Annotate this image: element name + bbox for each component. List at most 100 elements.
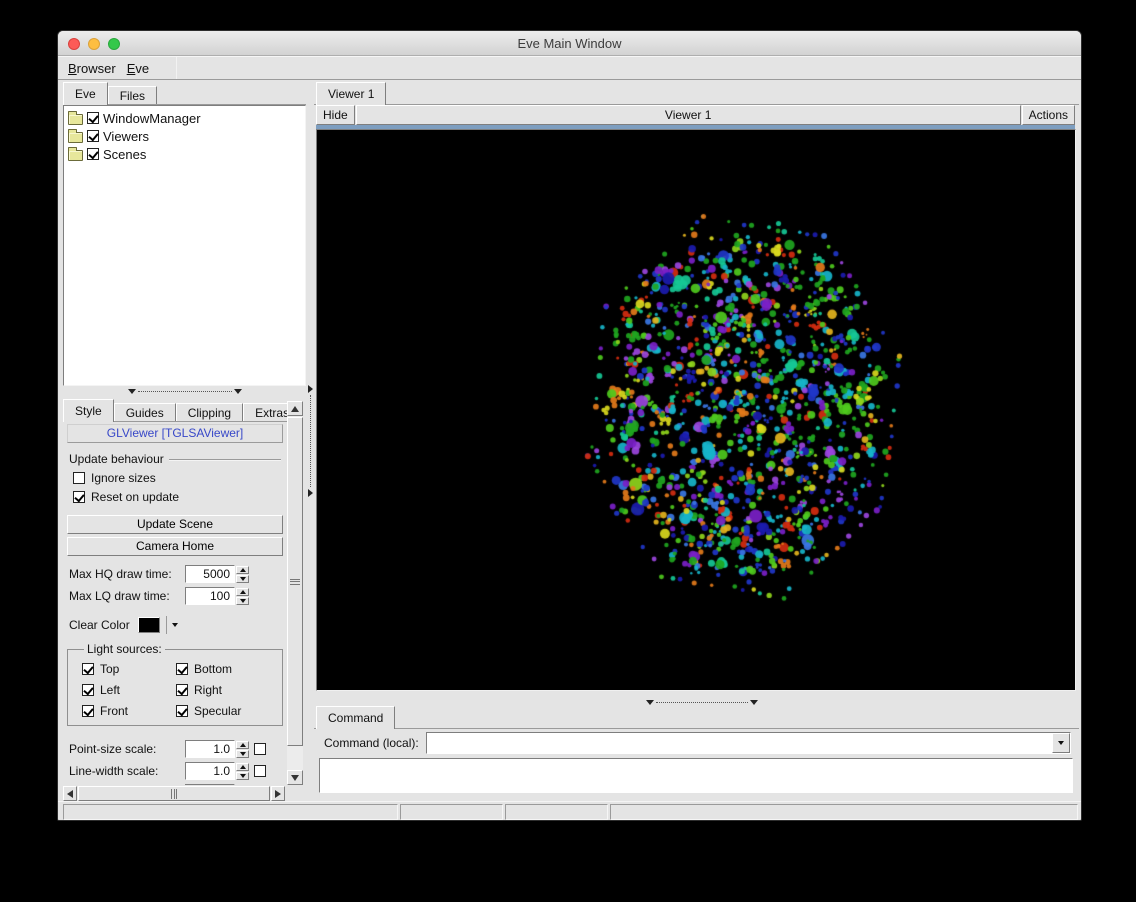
line-width-row: Line-width scale: 1.0 xyxy=(63,762,287,780)
light-front-checkbox[interactable]: Front xyxy=(82,704,176,718)
tree-checkbox[interactable] xyxy=(87,112,99,124)
tab-files[interactable]: Files xyxy=(107,86,158,105)
spin-down-button[interactable] xyxy=(236,749,249,758)
style-panel-hscrollbar[interactable] xyxy=(63,786,285,801)
max-hq-entry[interactable]: 5000 xyxy=(185,565,235,583)
scroll-left-button[interactable] xyxy=(63,786,77,801)
splitter-dotted-line xyxy=(310,395,311,487)
window-title: Eve Main Window xyxy=(517,35,622,51)
status-cell xyxy=(610,804,1078,820)
ignore-sizes-checkbox[interactable]: Ignore sizes xyxy=(73,471,287,485)
scroll-up-button[interactable] xyxy=(287,401,303,416)
hide-button[interactable]: Hide xyxy=(316,105,355,125)
spin-up-button[interactable] xyxy=(236,784,249,785)
light-bottom-checkbox[interactable]: Bottom xyxy=(176,662,282,676)
maximize-button[interactable] xyxy=(108,37,120,50)
line-width-label: Line-width scale: xyxy=(69,764,159,778)
tree-item-label: WindowManager xyxy=(103,110,201,126)
checkbox-icon[interactable] xyxy=(73,491,85,503)
point-size-entry[interactable]: 1.0 xyxy=(185,740,235,758)
max-hq-label: Max HQ draw time: xyxy=(69,567,172,581)
event-display-canvas[interactable] xyxy=(317,130,1075,690)
dropdown-icon xyxy=(1058,741,1064,745)
tab-command[interactable]: Command xyxy=(316,706,396,729)
checkbox-icon[interactable] xyxy=(82,663,94,675)
update-scene-button[interactable]: Update Scene xyxy=(67,515,283,534)
actions-button[interactable]: Actions xyxy=(1021,105,1075,125)
gl-viewport[interactable] xyxy=(316,129,1076,691)
dropdown-icon xyxy=(171,623,178,627)
spin-up-button[interactable] xyxy=(236,587,249,596)
splitter-arrow-icon xyxy=(646,700,654,705)
titlebar[interactable]: Eve Main Window xyxy=(58,31,1081,56)
tab-style[interactable]: Style xyxy=(63,399,114,422)
style-panel-vscrollbar[interactable] xyxy=(287,401,303,785)
checkbox-label: Left xyxy=(100,683,121,697)
splitter-arrow-icon xyxy=(128,389,136,394)
spin-up-button[interactable] xyxy=(236,740,249,749)
close-button[interactable] xyxy=(68,37,80,50)
menubar-separator xyxy=(176,57,178,79)
spin-up-button[interactable] xyxy=(236,762,249,771)
checkbox-icon[interactable] xyxy=(82,705,94,717)
minimize-button[interactable] xyxy=(88,37,100,50)
glviewer-button[interactable]: GLViewer [TGLSAViewer] xyxy=(67,424,283,443)
spin-up-button[interactable] xyxy=(236,565,249,574)
scroll-up-icon xyxy=(291,405,299,412)
tab-label: Style xyxy=(75,404,102,418)
clear-color-dropdown-button[interactable] xyxy=(167,616,183,634)
tab-viewer-1[interactable]: Viewer 1 xyxy=(316,82,387,105)
checkbox-icon[interactable] xyxy=(82,684,94,696)
light-left-checkbox[interactable]: Left xyxy=(82,683,176,697)
status-bar xyxy=(58,801,1081,820)
light-specular-checkbox[interactable]: Specular xyxy=(176,704,282,718)
command-panel-splitter[interactable] xyxy=(646,698,758,707)
light-right-checkbox[interactable]: Right xyxy=(176,683,282,697)
line-width-checkbox[interactable] xyxy=(254,765,266,777)
dock-splitter[interactable] xyxy=(306,385,315,497)
scroll-down-button[interactable] xyxy=(287,770,303,785)
tree-item-scenes[interactable]: Scenes xyxy=(66,145,303,163)
max-lq-label: Max LQ draw time: xyxy=(69,589,170,603)
spin-down-button[interactable] xyxy=(236,596,249,605)
point-size-label: Point-size scale: xyxy=(69,742,157,756)
command-dropdown-button[interactable] xyxy=(1052,733,1070,753)
clear-color-swatch[interactable] xyxy=(137,617,160,633)
tab-label: Eve xyxy=(75,87,96,101)
max-hq-row: Max HQ draw time: 5000 xyxy=(63,565,287,583)
tab-eve[interactable]: Eve xyxy=(63,82,108,105)
checkbox-label: Bottom xyxy=(194,662,233,676)
checkbox-icon[interactable] xyxy=(176,705,188,717)
menu-browser[interactable]: Browser xyxy=(66,59,125,78)
spin-down-icon xyxy=(239,751,246,756)
hscrollbar-thumb[interactable] xyxy=(78,786,270,801)
spin-down-button[interactable] xyxy=(236,574,249,583)
spin-down-button[interactable] xyxy=(236,771,249,780)
spin-up-icon xyxy=(239,567,246,572)
menu-eve[interactable]: Eve xyxy=(125,59,158,78)
folder-icon xyxy=(68,111,83,125)
tree-item-label: Viewers xyxy=(103,128,150,144)
point-size-checkbox[interactable] xyxy=(254,743,266,755)
checkbox-icon[interactable] xyxy=(176,663,188,675)
viewer-title-bar[interactable]: Viewer 1 xyxy=(355,105,1021,125)
light-top-checkbox[interactable]: Top xyxy=(82,662,176,676)
tree-checkbox[interactable] xyxy=(87,130,99,142)
wireframe-entry[interactable]: 1.0 xyxy=(185,784,235,785)
tree-panel-splitter[interactable] xyxy=(128,387,242,396)
command-input[interactable] xyxy=(426,733,1052,753)
reset-on-update-checkbox[interactable]: Reset on update xyxy=(73,490,287,504)
tree-item-windowmanager[interactable]: WindowManager xyxy=(66,109,303,127)
command-output[interactable] xyxy=(319,758,1073,793)
camera-home-button[interactable]: Camera Home xyxy=(67,537,283,556)
tab-label: Clipping xyxy=(187,406,232,420)
checkbox-icon[interactable] xyxy=(73,472,85,484)
vscrollbar-thumb[interactable] xyxy=(287,417,303,746)
scroll-right-button[interactable] xyxy=(271,786,285,801)
max-lq-entry[interactable]: 100 xyxy=(185,587,235,605)
tab-label: Files xyxy=(119,89,146,103)
checkbox-icon[interactable] xyxy=(176,684,188,696)
tree-checkbox[interactable] xyxy=(87,148,99,160)
tree-item-viewers[interactable]: Viewers xyxy=(66,127,303,145)
line-width-entry[interactable]: 1.0 xyxy=(185,762,235,780)
